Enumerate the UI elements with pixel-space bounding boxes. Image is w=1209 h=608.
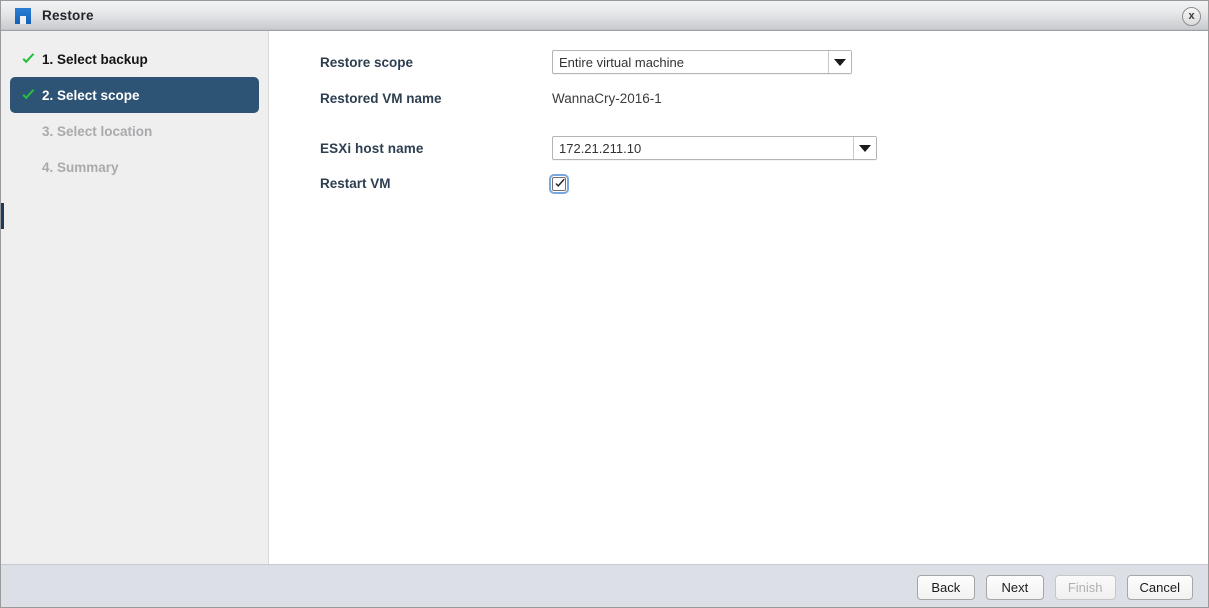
next-button[interactable]: Next xyxy=(985,574,1044,600)
check-icon xyxy=(21,52,36,67)
back-button[interactable]: Back xyxy=(916,574,975,600)
wizard-footer: Back Next Finish Cancel xyxy=(1,564,1208,607)
checkmark-icon xyxy=(555,178,565,187)
close-icon[interactable]: x xyxy=(1182,7,1201,26)
cancel-button[interactable]: Cancel xyxy=(1126,574,1193,600)
restore-scope-row: Restore scope Entire virtual machine xyxy=(320,50,852,74)
restore-wizard-window: Restore x 1. Select backup 2. Select sco… xyxy=(0,0,1209,608)
wizard-content-pane: Restore scope Entire virtual machine Res… xyxy=(269,31,1208,564)
restored-vm-name-label: Restored VM name xyxy=(320,91,442,106)
chevron-down-icon[interactable] xyxy=(828,51,851,73)
sidebar-item-select-scope[interactable]: 2. Select scope xyxy=(10,77,259,113)
chevron-down-glyph xyxy=(834,58,846,66)
restored-vm-name-value: WannaCry-2016-1 xyxy=(552,91,662,106)
sidebar-scroll-accent xyxy=(1,203,4,229)
esxi-host-name-row: ESXi host name 172.21.211.10 xyxy=(320,136,877,160)
restore-app-icon xyxy=(15,7,31,24)
restore-scope-value: Entire virtual machine xyxy=(559,54,684,70)
sidebar-item-label: 1. Select backup xyxy=(42,51,148,67)
restart-vm-label: Restart VM xyxy=(320,176,391,191)
restore-scope-label: Restore scope xyxy=(320,54,414,70)
restore-scope-select[interactable]: Entire virtual machine xyxy=(552,50,852,74)
restart-vm-checkbox[interactable] xyxy=(549,173,569,194)
chevron-down-glyph xyxy=(859,144,871,152)
sidebar-item-select-backup[interactable]: 1. Select backup xyxy=(10,41,259,77)
sidebar-item-label: 4. Summary xyxy=(42,159,119,175)
window-title: Restore xyxy=(42,8,94,23)
esxi-host-name-select[interactable]: 172.21.211.10 xyxy=(552,136,877,160)
sidebar-item-label: 2. Select scope xyxy=(42,87,140,103)
sidebar-item-label: 3. Select location xyxy=(42,123,153,139)
title-bar: Restore x xyxy=(1,1,1208,31)
esxi-host-name-label: ESXi host name xyxy=(320,140,424,156)
check-icon xyxy=(21,88,36,103)
window-body: 1. Select backup 2. Select scope 3. Sele… xyxy=(1,31,1208,564)
esxi-host-name-value: 172.21.211.10 xyxy=(559,140,642,156)
restart-vm-row: Restart VM xyxy=(320,173,569,194)
sidebar-item-summary[interactable]: 4. Summary xyxy=(10,149,259,185)
wizard-steps-sidebar: 1. Select backup 2. Select scope 3. Sele… xyxy=(1,31,269,564)
finish-button: Finish xyxy=(1054,574,1116,600)
close-icon-glyph: x xyxy=(1188,10,1195,22)
sidebar-item-select-location[interactable]: 3. Select location xyxy=(10,113,259,149)
restored-vm-name-row: Restored VM name WannaCry-2016-1 xyxy=(320,91,662,106)
chevron-down-icon[interactable] xyxy=(853,137,876,159)
